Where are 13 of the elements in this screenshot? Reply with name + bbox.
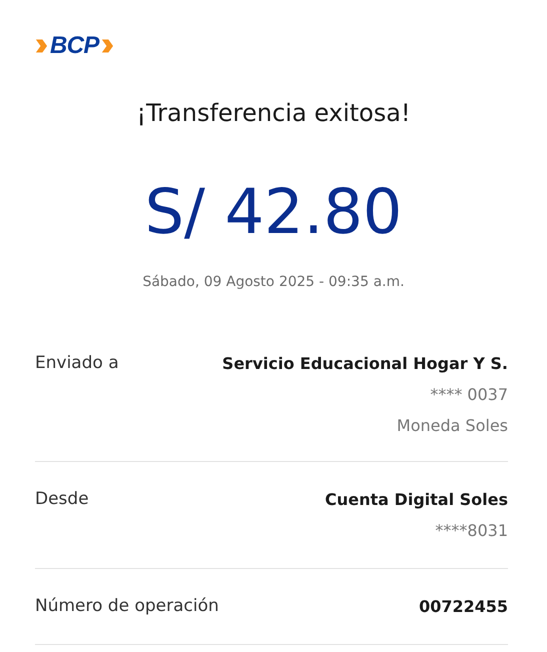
detail-label: Desde [35,488,89,511]
date-time: Sábado, 09 Agosto 2025 - 09:35 a.m. [142,273,404,292]
detail-value: 00722455 [418,596,508,618]
logo-text: BCP [50,34,99,58]
detail-value: **** 0037 [430,384,508,406]
amount: S/ 42.80 [144,181,402,243]
detail-value: Moneda Soles [396,415,508,437]
detail-value: Cuenta Digital Soles [325,489,508,511]
detail-label: Número de operación [35,595,219,618]
success-title: ¡Transferencia exitosa! [136,98,410,129]
detail-label: Enviado a [35,352,119,375]
detail-value: ****8031 [435,520,508,542]
detail-value: Servicio Educacional Hogar Y S. [222,353,508,375]
